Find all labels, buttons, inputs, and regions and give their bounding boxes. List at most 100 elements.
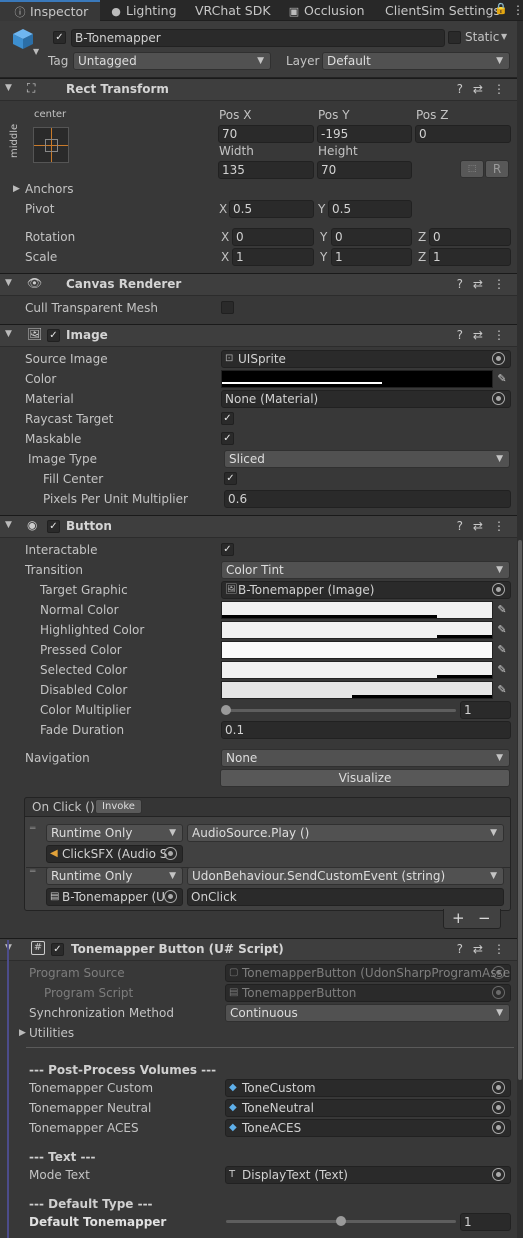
height-field[interactable]: 70 [317, 161, 412, 179]
tab-clientsim-settings[interactable]: ClientSim Settings [385, 0, 500, 21]
rot-z-field[interactable]: 0 [429, 228, 511, 246]
visualize-button[interactable]: Visualize [220, 769, 510, 787]
object-picker-icon[interactable] [492, 1121, 505, 1134]
cull-checkbox[interactable] [221, 301, 234, 314]
object-name-field[interactable]: B-Tonemapper [71, 29, 445, 47]
ppu-field[interactable]: 0.6 [224, 490, 511, 508]
button-enabled-checkbox[interactable]: ✓ [47, 520, 60, 533]
more-icon[interactable]: ⋮ [512, 3, 523, 17]
width-field[interactable]: 135 [218, 161, 314, 179]
cube-icon[interactable] [12, 28, 34, 50]
fade-duration-field[interactable]: 0.1 [221, 721, 511, 739]
pressed-color-field[interactable] [221, 641, 493, 659]
disabled-color-field[interactable] [221, 681, 493, 699]
pos-x-field[interactable]: 70 [218, 125, 314, 143]
pivot-x-field[interactable]: 0.5 [229, 200, 314, 218]
eyedropper-icon[interactable]: ✎ [494, 621, 510, 639]
mode-text-field[interactable]: T DisplayText (Text) [225, 1166, 511, 1184]
static-dropdown-icon[interactable]: ▼ [501, 32, 507, 41]
utilities-expand-icon[interactable]: ▶ [19, 1028, 26, 1038]
expand-arrow-icon[interactable]: ▼ [5, 278, 12, 288]
scale-x-field[interactable]: 1 [232, 248, 314, 266]
event-0-mode-dropdown[interactable]: Runtime Only ▼ [46, 824, 183, 842]
static-checkbox[interactable] [448, 31, 461, 44]
object-picker-icon[interactable] [492, 1101, 505, 1114]
script-enabled-checkbox[interactable]: ✓ [51, 943, 64, 956]
drag-handle-icon[interactable]: ═ [30, 825, 40, 834]
anchor-preset-button[interactable] [33, 127, 69, 163]
anchors-label[interactable]: Anchors [25, 182, 74, 196]
invoke-button[interactable]: Invoke [95, 799, 142, 814]
component-menu-icons[interactable]: ?⇄⋮ [457, 277, 515, 291]
layer-dropdown[interactable]: Default ▼ [322, 52, 510, 70]
lock-icon[interactable]: 🔒 [494, 2, 508, 15]
pivot-y-field[interactable]: 0.5 [328, 200, 412, 218]
component-menu-icons[interactable]: ?⇄⋮ [457, 82, 515, 96]
maskable-checkbox[interactable]: ✓ [221, 432, 234, 445]
chevron-down-icon[interactable]: ▼ [33, 47, 39, 56]
event-0-function-dropdown[interactable]: AudioSource.Play () ▼ [187, 824, 504, 842]
fill-center-checkbox[interactable]: ✓ [224, 472, 237, 485]
eyedropper-icon[interactable]: ✎ [494, 370, 510, 388]
anchors-expand-icon[interactable]: ▶ [13, 184, 20, 194]
multiplier-slider-track[interactable] [226, 709, 456, 712]
utilities-label[interactable]: Utilities [29, 1026, 74, 1040]
scale-y-field[interactable]: 1 [331, 248, 412, 266]
event-1-argument-field[interactable]: OnClick [187, 888, 504, 906]
rot-y-field[interactable]: 0 [331, 228, 412, 246]
rect-transform-header[interactable]: ▼ ⛶ Rect Transform ?⇄⋮ [0, 78, 523, 101]
selected-color-field[interactable] [221, 661, 493, 679]
drag-handle-icon[interactable]: ═ [30, 868, 40, 877]
normal-color-field[interactable] [221, 601, 493, 619]
object-picker-icon[interactable] [492, 1168, 505, 1181]
expand-arrow-icon[interactable]: ▼ [5, 520, 12, 530]
event-1-object-field[interactable]: ▤ B-Tonemapper (U [46, 888, 183, 906]
tonemapper-aces-field[interactable]: ◆ ToneACES [225, 1119, 511, 1137]
blueprint-mode-button[interactable]: ⬚ [460, 160, 484, 178]
image-enabled-checkbox[interactable]: ✓ [47, 329, 60, 342]
scale-z-field[interactable]: 1 [429, 248, 511, 266]
pos-y-field[interactable]: -195 [317, 125, 412, 143]
udon-script-header[interactable]: ▼ # ✓ Tonemapper Button (U# Script) ?⇄⋮ [0, 938, 523, 961]
eyedropper-icon[interactable]: ✎ [494, 641, 510, 659]
tab-occlusion[interactable]: ▣ Occlusion [288, 0, 365, 21]
default-tonemapper-slider-knob[interactable] [336, 1216, 346, 1226]
object-picker-icon[interactable] [492, 392, 505, 405]
image-type-dropdown[interactable]: Sliced ▼ [224, 450, 510, 468]
default-tonemapper-field[interactable]: 1 [460, 1213, 511, 1231]
object-picker-icon[interactable] [492, 352, 505, 365]
navigation-dropdown[interactable]: None ▼ [221, 749, 510, 767]
eyedropper-icon[interactable]: ✎ [494, 601, 510, 619]
event-1-function-dropdown[interactable]: UdonBehaviour.SendCustomEvent (string) ▼ [187, 867, 504, 885]
pos-z-field[interactable]: 0 [415, 125, 511, 143]
tonemapper-custom-field[interactable]: ◆ ToneCustom [225, 1079, 511, 1097]
object-picker-icon[interactable] [492, 1081, 505, 1094]
object-picker-icon[interactable] [164, 890, 177, 903]
eyedropper-icon[interactable]: ✎ [494, 681, 510, 699]
target-graphic-field[interactable]: 🖼 B-Tonemapper (Image) [221, 581, 511, 599]
event-0-object-field[interactable]: ◀ ClickSFX (Audio S [46, 845, 183, 863]
transition-dropdown[interactable]: Color Tint ▼ [221, 561, 510, 579]
component-menu-icons[interactable]: ?⇄⋮ [457, 328, 515, 342]
tab-inspector[interactable]: ⓘ Inspector [0, 0, 100, 21]
add-event-button[interactable]: + [452, 909, 465, 927]
color-field[interactable] [221, 370, 493, 388]
object-picker-icon[interactable] [164, 847, 177, 860]
expand-arrow-icon[interactable]: ▼ [5, 329, 12, 339]
multiplier-slider-knob[interactable] [221, 705, 231, 715]
source-image-field[interactable]: ⊡ UISprite [221, 350, 511, 368]
rot-x-field[interactable]: 0 [232, 228, 314, 246]
raycast-checkbox[interactable]: ✓ [221, 412, 234, 425]
canvas-renderer-header[interactable]: ▼ 👁 Canvas Renderer ?⇄⋮ [0, 273, 523, 296]
image-header[interactable]: ▼ 🖼 ✓ Image ?⇄⋮ [0, 324, 523, 347]
object-picker-icon[interactable] [492, 583, 505, 596]
component-menu-icons[interactable]: ?⇄⋮ [457, 942, 515, 956]
interactable-checkbox[interactable]: ✓ [221, 543, 234, 556]
component-menu-icons[interactable]: ?⇄⋮ [457, 519, 515, 533]
button-header[interactable]: ▼ ◉ ✓ Button ?⇄⋮ [0, 515, 523, 538]
event-1-mode-dropdown[interactable]: Runtime Only ▼ [46, 867, 183, 885]
scrollbar-thumb[interactable] [518, 540, 522, 1080]
raw-edit-button[interactable]: R [485, 160, 509, 178]
multiplier-field[interactable]: 1 [460, 701, 511, 719]
tag-dropdown[interactable]: Untagged ▼ [73, 52, 271, 70]
